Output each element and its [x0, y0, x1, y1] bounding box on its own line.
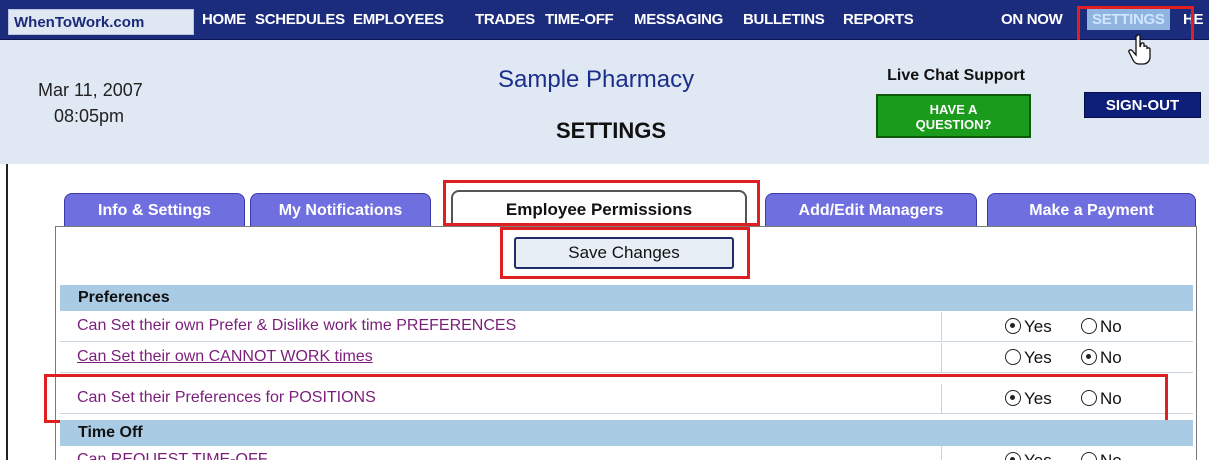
radio-yes-selected[interactable]: [1005, 390, 1021, 406]
radio-yes[interactable]: [1005, 349, 1021, 365]
row-divider: [941, 343, 942, 373]
left-border: [6, 164, 8, 460]
nav-on-now[interactable]: ON NOW: [1001, 11, 1063, 28]
nav-schedules[interactable]: SCHEDULES: [255, 11, 345, 28]
nav-time-off[interactable]: TIME-OFF: [545, 11, 614, 28]
option-yes[interactable]: Yes: [1005, 389, 1052, 409]
option-no[interactable]: No: [1081, 451, 1122, 460]
tab-employee-permissions[interactable]: Employee Permissions: [451, 190, 747, 227]
nav-home[interactable]: HOME: [202, 11, 246, 28]
question-line-2: QUESTION?: [915, 117, 992, 132]
save-changes-button[interactable]: Save Changes: [514, 237, 734, 269]
nav-reports[interactable]: REPORTS: [843, 11, 914, 28]
pointer-hand-icon: [1128, 34, 1151, 65]
radio-no[interactable]: [1081, 318, 1097, 334]
radio-no[interactable]: [1081, 390, 1097, 406]
nav-employees[interactable]: EMPLOYEES: [353, 11, 444, 28]
radio-no[interactable]: [1081, 452, 1097, 460]
tab-add-edit-managers[interactable]: Add/Edit Managers: [765, 193, 977, 227]
sign-out-button[interactable]: SIGN-OUT: [1084, 92, 1201, 118]
option-yes[interactable]: Yes: [1005, 451, 1052, 460]
row-divider: [941, 312, 942, 342]
option-no[interactable]: No: [1081, 317, 1122, 337]
top-nav-bar: WhenToWork.com HOME SCHEDULES EMPLOYEES …: [0, 0, 1209, 40]
radio-yes-selected[interactable]: [1005, 452, 1021, 460]
row-divider: [941, 384, 942, 414]
logo-text: WhenToWork.com: [14, 14, 145, 31]
section-preferences: Preferences: [60, 285, 1193, 311]
radio-yes-selected[interactable]: [1005, 318, 1021, 334]
nav-settings[interactable]: SETTINGS: [1087, 9, 1170, 30]
permission-row: Can Set their own Prefer & Dislike work …: [60, 312, 1193, 342]
current-time: 08:05pm: [54, 106, 125, 126]
option-no[interactable]: No: [1081, 389, 1122, 409]
nav-messaging[interactable]: MESSAGING: [634, 11, 723, 28]
current-date: Mar 11, 2007: [38, 80, 143, 100]
nav-trades[interactable]: TRADES: [475, 11, 535, 28]
have-a-question-button[interactable]: HAVE A QUESTION?: [876, 94, 1031, 138]
radio-no-selected[interactable]: [1081, 349, 1097, 365]
app-logo[interactable]: WhenToWork.com: [8, 9, 194, 35]
nav-help[interactable]: HE: [1183, 11, 1204, 28]
option-no[interactable]: No: [1081, 348, 1122, 368]
tab-info-settings[interactable]: Info & Settings: [64, 193, 245, 227]
permission-row: Can Set their own CANNOT WORK times Yes …: [60, 343, 1193, 373]
tab-make-a-payment[interactable]: Make a Payment: [987, 193, 1196, 227]
page-title: SETTINGS: [556, 118, 667, 143]
live-chat-label: Live Chat Support: [887, 67, 1025, 84]
row-divider: [941, 446, 942, 460]
section-time-off: Time Off: [60, 420, 1193, 446]
option-yes[interactable]: Yes: [1005, 348, 1052, 368]
permission-label: Can Set their own CANNOT WORK times: [77, 348, 373, 365]
permission-row: Can REQUEST TIME-OFF Yes No: [60, 446, 1193, 460]
tab-my-notifications[interactable]: My Notifications: [250, 193, 431, 227]
permission-label: Can Set their own Prefer & Dislike work …: [77, 317, 517, 334]
nav-bulletins[interactable]: BULLETINS: [743, 11, 825, 28]
option-yes[interactable]: Yes: [1005, 317, 1052, 337]
permission-row: Can Set their Preferences for POSITIONS …: [60, 384, 1193, 414]
permission-label: Can Set their Preferences for POSITIONS: [77, 389, 376, 406]
permission-label: Can REQUEST TIME-OFF: [77, 451, 268, 460]
question-line-1: HAVE A: [929, 102, 978, 117]
